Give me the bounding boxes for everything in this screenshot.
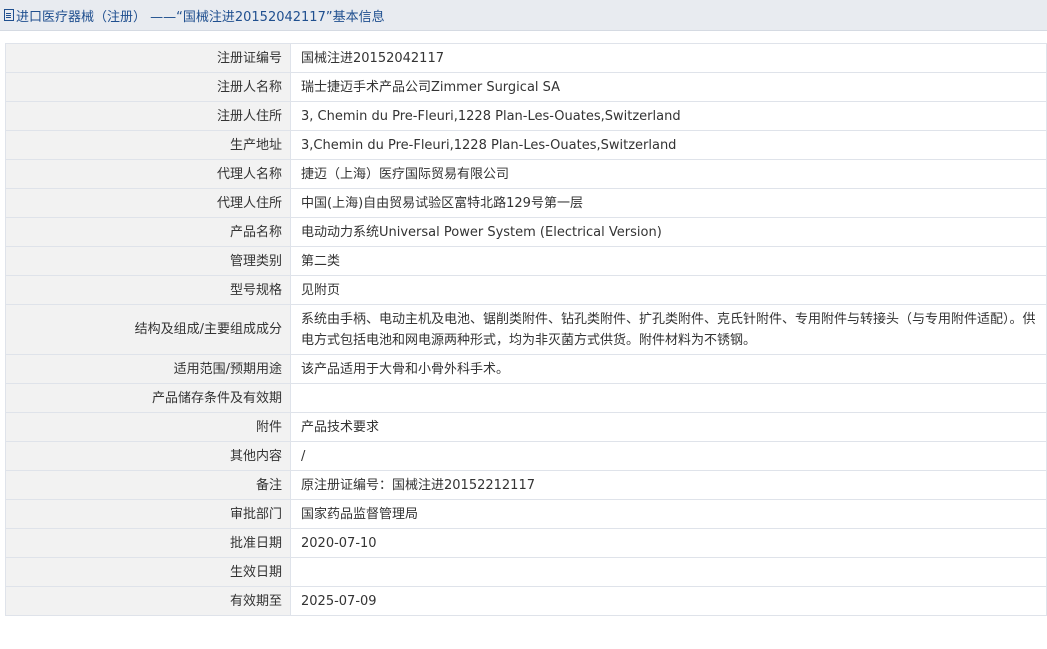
table-row: 结构及组成/主要组成成分 系统由手柄、电动主机及电池、锯削类附件、钻孔类附件、扩… xyxy=(5,304,1047,355)
row-value: 2025-07-09 xyxy=(290,586,1047,616)
row-label: 备注 xyxy=(5,470,291,500)
row-value: 产品技术要求 xyxy=(290,412,1047,442)
row-label: 管理类别 xyxy=(5,246,291,276)
row-value: 3,Chemin du Pre-Fleuri,1228 Plan-Les-Oua… xyxy=(290,130,1047,160)
row-value xyxy=(290,557,1047,587)
table-row: 注册人住所 3, Chemin du Pre-Fleuri,1228 Plan-… xyxy=(5,101,1047,131)
row-value: 国械注进20152042117 xyxy=(290,43,1047,73)
row-label: 代理人住所 xyxy=(5,188,291,218)
table-row: 附件 产品技术要求 xyxy=(5,412,1047,442)
row-label: 代理人名称 xyxy=(5,159,291,189)
row-label: 生效日期 xyxy=(5,557,291,587)
table-row: 管理类别 第二类 xyxy=(5,246,1047,276)
row-label: 审批部门 xyxy=(5,499,291,529)
row-value: 瑞士捷迈手术产品公司Zimmer Surgical SA xyxy=(290,72,1047,102)
row-value: 国家药品监督管理局 xyxy=(290,499,1047,529)
row-value xyxy=(290,383,1047,413)
row-value: 捷迈（上海）医疗国际贸易有限公司 xyxy=(290,159,1047,189)
row-label: 其他内容 xyxy=(5,441,291,471)
table-row: 适用范围/预期用途 该产品适用于大骨和小骨外科手术。 xyxy=(5,354,1047,384)
table-row: 批准日期 2020-07-10 xyxy=(5,528,1047,558)
table-row: 有效期至 2025-07-09 xyxy=(5,586,1047,616)
row-label: 型号规格 xyxy=(5,275,291,305)
page-title: 进口医疗器械（注册） ——“国械注进20152042117”基本信息 xyxy=(16,9,385,25)
row-value: 原注册证编号：国械注进20152212117 xyxy=(290,470,1047,500)
row-label: 结构及组成/主要组成成分 xyxy=(5,304,291,355)
row-value: 见附页 xyxy=(290,275,1047,305)
row-label: 批准日期 xyxy=(5,528,291,558)
table-row: 产品名称 电动动力系统Universal Power System (Elect… xyxy=(5,217,1047,247)
table-row: 生效日期 xyxy=(5,557,1047,587)
row-value: 该产品适用于大骨和小骨外科手术。 xyxy=(290,354,1047,384)
table-row: 代理人名称 捷迈（上海）医疗国际贸易有限公司 xyxy=(5,159,1047,189)
registration-info-table: 注册证编号 国械注进20152042117 注册人名称 瑞士捷迈手术产品公司Zi… xyxy=(5,43,1047,616)
row-label: 注册人名称 xyxy=(5,72,291,102)
page-header: 进口医疗器械（注册） ——“国械注进20152042117”基本信息 xyxy=(0,0,1047,31)
table-row: 审批部门 国家药品监督管理局 xyxy=(5,499,1047,529)
table-row: 备注 原注册证编号：国械注进20152212117 xyxy=(5,470,1047,500)
document-icon xyxy=(4,9,14,21)
table-row: 注册证编号 国械注进20152042117 xyxy=(5,43,1047,73)
table-row: 代理人住所 中国(上海)自由贸易试验区富特北路129号第一层 xyxy=(5,188,1047,218)
row-label: 注册证编号 xyxy=(5,43,291,73)
row-value: 2020-07-10 xyxy=(290,528,1047,558)
row-value: 3, Chemin du Pre-Fleuri,1228 Plan-Les-Ou… xyxy=(290,101,1047,131)
row-label: 生产地址 xyxy=(5,130,291,160)
row-label: 适用范围/预期用途 xyxy=(5,354,291,384)
row-label: 注册人住所 xyxy=(5,101,291,131)
table-row: 型号规格 见附页 xyxy=(5,275,1047,305)
table-row: 产品储存条件及有效期 xyxy=(5,383,1047,413)
table-row: 生产地址 3,Chemin du Pre-Fleuri,1228 Plan-Le… xyxy=(5,130,1047,160)
table-row: 其他内容 / xyxy=(5,441,1047,471)
row-value: / xyxy=(290,441,1047,471)
row-label: 产品名称 xyxy=(5,217,291,247)
row-value: 电动动力系统Universal Power System (Electrical… xyxy=(290,217,1047,247)
row-label: 产品储存条件及有效期 xyxy=(5,383,291,413)
row-value: 中国(上海)自由贸易试验区富特北路129号第一层 xyxy=(290,188,1047,218)
row-value: 系统由手柄、电动主机及电池、锯削类附件、钻孔类附件、扩孔类附件、克氏针附件、专用… xyxy=(290,304,1047,355)
row-label: 附件 xyxy=(5,412,291,442)
table-row: 注册人名称 瑞士捷迈手术产品公司Zimmer Surgical SA xyxy=(5,72,1047,102)
row-value: 第二类 xyxy=(290,246,1047,276)
row-label: 有效期至 xyxy=(5,586,291,616)
